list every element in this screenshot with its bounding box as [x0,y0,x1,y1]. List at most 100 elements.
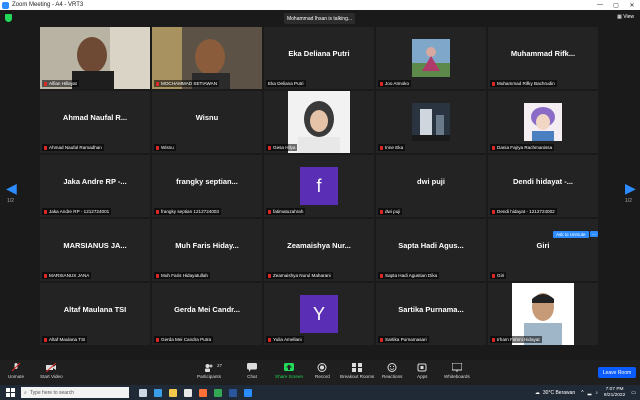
participant-tile[interactable]: Alfian Hillayat [40,27,150,89]
participant-tile[interactable]: Inne Eka [376,91,486,153]
muted-mic-icon [380,209,383,214]
breakout-rooms-icon [352,363,363,372]
word-icon[interactable] [229,388,237,397]
participant-name-label: fatimatuzahrah [266,208,306,215]
file-explorer-icon[interactable] [169,388,177,397]
participant-name-label: frangky septian 1212724003 [154,208,221,215]
participant-name-label: Giri [490,272,507,279]
whiteboard-icon [451,363,462,372]
taskbar-search-box[interactable]: ⌕ Type here to search [21,387,129,398]
participant-name-label: Dania Fajrya Rachmanissa [490,144,555,151]
whiteboards-button[interactable]: Whiteboards [444,363,470,379]
unmute-button[interactable]: Unmute [8,363,24,379]
muted-mic-icon [268,337,271,342]
record-button[interactable]: Record [315,363,330,379]
next-page-arrow-icon[interactable]: ▶ [625,180,636,197]
participant-name-label: Sartika Purnamasari [378,336,429,343]
chat-button[interactable]: Chat [247,363,257,379]
task-view-icon[interactable] [139,388,147,397]
store-icon[interactable] [184,388,192,397]
muted-mic-icon [268,209,271,214]
participant-tile[interactable]: Gerda Mei Candr... Gerda Mei Candra Putr… [152,283,262,345]
close-button[interactable]: ✕ [624,2,640,9]
muted-mic-icon [492,81,495,86]
participant-tile[interactable]: Gesa Hilya [264,91,374,153]
start-video-button[interactable]: Start Video [40,363,63,379]
participant-tile[interactable]: Giri Giri [488,219,598,281]
participant-name-label: Altaf Maulana TSI [42,336,88,343]
participant-tile[interactable]: Muh Faris Hiday... Muh Faris Hidayatulla… [152,219,262,281]
participant-tile[interactable]: Irham Fahmi Hidayat [488,283,598,345]
more-options-button[interactable]: ... [590,231,599,237]
participant-name-label: Joo Atmoko [378,80,412,87]
participant-name-label: Muhammad Rifky Bachrudin [490,80,557,87]
page-indicator-right: 1/2 [625,198,632,204]
participant-tile[interactable]: Eka Deliana Putri Eka Deliana Putri [264,27,374,89]
participant-grid: Alfian Hillayat MOCHAMMAD SETIAWAN Eka D… [40,27,598,353]
participant-tile[interactable]: MOCHAMMAD SETIAWAN [152,27,262,89]
system-tray: ☁ 30°C Berawan ^ ▂ ♪ 7:07 PM 9/21/2022 ▭ [535,387,640,399]
participant-tile[interactable]: Joo Atmoko [376,27,486,89]
participant-tile[interactable]: Sartika Purnama... Sartika Purnamasari [376,283,486,345]
maximize-button[interactable]: ▢ [608,2,624,9]
participant-tile[interactable]: f fatimatuzahrah [264,155,374,217]
participant-tile[interactable]: Sapta Hadi Agus... Sapta Hadi Agustian D… [376,219,486,281]
muted-mic-icon [156,273,159,278]
tray-chevron-icon[interactable]: ^ [581,390,583,396]
prev-page-arrow-icon[interactable]: ◀ [6,180,17,197]
participant-tile[interactable]: frangky septian... frangky septian 12127… [152,155,262,217]
weather-text: 30°C Berawan [542,389,576,396]
participant-display-name: MARSIANUS JA... [63,241,127,250]
participant-display-name: frangky septian... [176,177,238,186]
participant-tile[interactable]: MARSIANUS JA... MARSIANUS JANA [40,219,150,281]
muted-mic-icon [268,273,271,278]
muted-mic-icon [44,145,47,150]
participant-display-name: Gerda Mei Candr... [174,305,240,314]
firefox-icon[interactable] [199,388,207,397]
volume-icon[interactable]: ♪ [595,390,598,396]
participant-tile[interactable]: Dania Fajrya Rachmanissa [488,91,598,153]
pinned-apps [139,388,259,397]
ask-to-unmute-button[interactable]: Ask to Unmute [553,231,589,238]
muted-mic-icon [156,81,159,86]
clock-time: 7:07 PM [605,386,624,392]
muted-mic-icon [156,145,159,150]
view-button[interactable]: ▦ View [617,14,634,20]
minimize-button[interactable]: — [592,2,608,9]
participant-tile[interactable]: Muhammad Rifk... Muhammad Rifky Bachrudi… [488,27,598,89]
participant-display-name: Sartika Purnama... [398,305,464,314]
breakout-rooms-button[interactable]: Breakout Rooms [340,363,374,379]
taskbar-clock[interactable]: 7:07 PM 9/21/2022 [604,387,625,399]
participant-initial-avatar: Y [300,295,338,333]
notification-icon[interactable]: ▭ [631,390,636,396]
participant-tile[interactable]: dwi puji dwi puji [376,155,486,217]
network-icon[interactable]: ▂ [588,390,592,396]
participant-tile[interactable]: Dendi hidayat -... Dendi hidayat - 12127… [488,155,598,217]
participant-display-name: Muhammad Rifk... [510,49,576,58]
participant-tile[interactable]: Wisnu Wisnu [152,91,262,153]
leave-room-button[interactable]: Leave Room [598,367,636,378]
zoom-taskbar-icon[interactable] [244,388,252,397]
search-icon: ⌕ [24,389,27,396]
participant-name-label: Wisnu [154,144,176,151]
reactions-button[interactable]: Reactions [382,363,402,379]
participant-tile[interactable]: Altaf Maulana TSI Altaf Maulana TSI [40,283,150,345]
muted-mic-icon [380,273,383,278]
windows-start-icon[interactable] [6,388,15,397]
participant-tile[interactable]: Ahmad Naufal R... Ahmad Naufal Ramadhan [40,91,150,153]
participant-avatar [524,103,562,141]
participant-name-label: Alfian Hillayat [42,80,79,87]
participant-tile[interactable]: Y Yulia Amellani [264,283,374,345]
video-off-icon [46,363,57,372]
participant-tile[interactable]: Zeamaishya Nur... Zeamaishya Nurul Mahar… [264,219,374,281]
view-label: View [623,14,634,20]
edge-icon[interactable] [154,388,162,397]
chrome-icon[interactable] [214,388,222,397]
security-shield-icon[interactable] [5,14,12,22]
share-screen-button[interactable]: Share Screen [275,363,303,379]
apps-button[interactable]: Apps [417,363,427,379]
participant-display-name: Ahmad Naufal R... [62,113,128,122]
participant-tile[interactable]: Jaka Andre RP -... Jaka Andre RP - 12127… [40,155,150,217]
muted-mic-icon [380,337,383,342]
muted-mic-icon [44,81,47,86]
